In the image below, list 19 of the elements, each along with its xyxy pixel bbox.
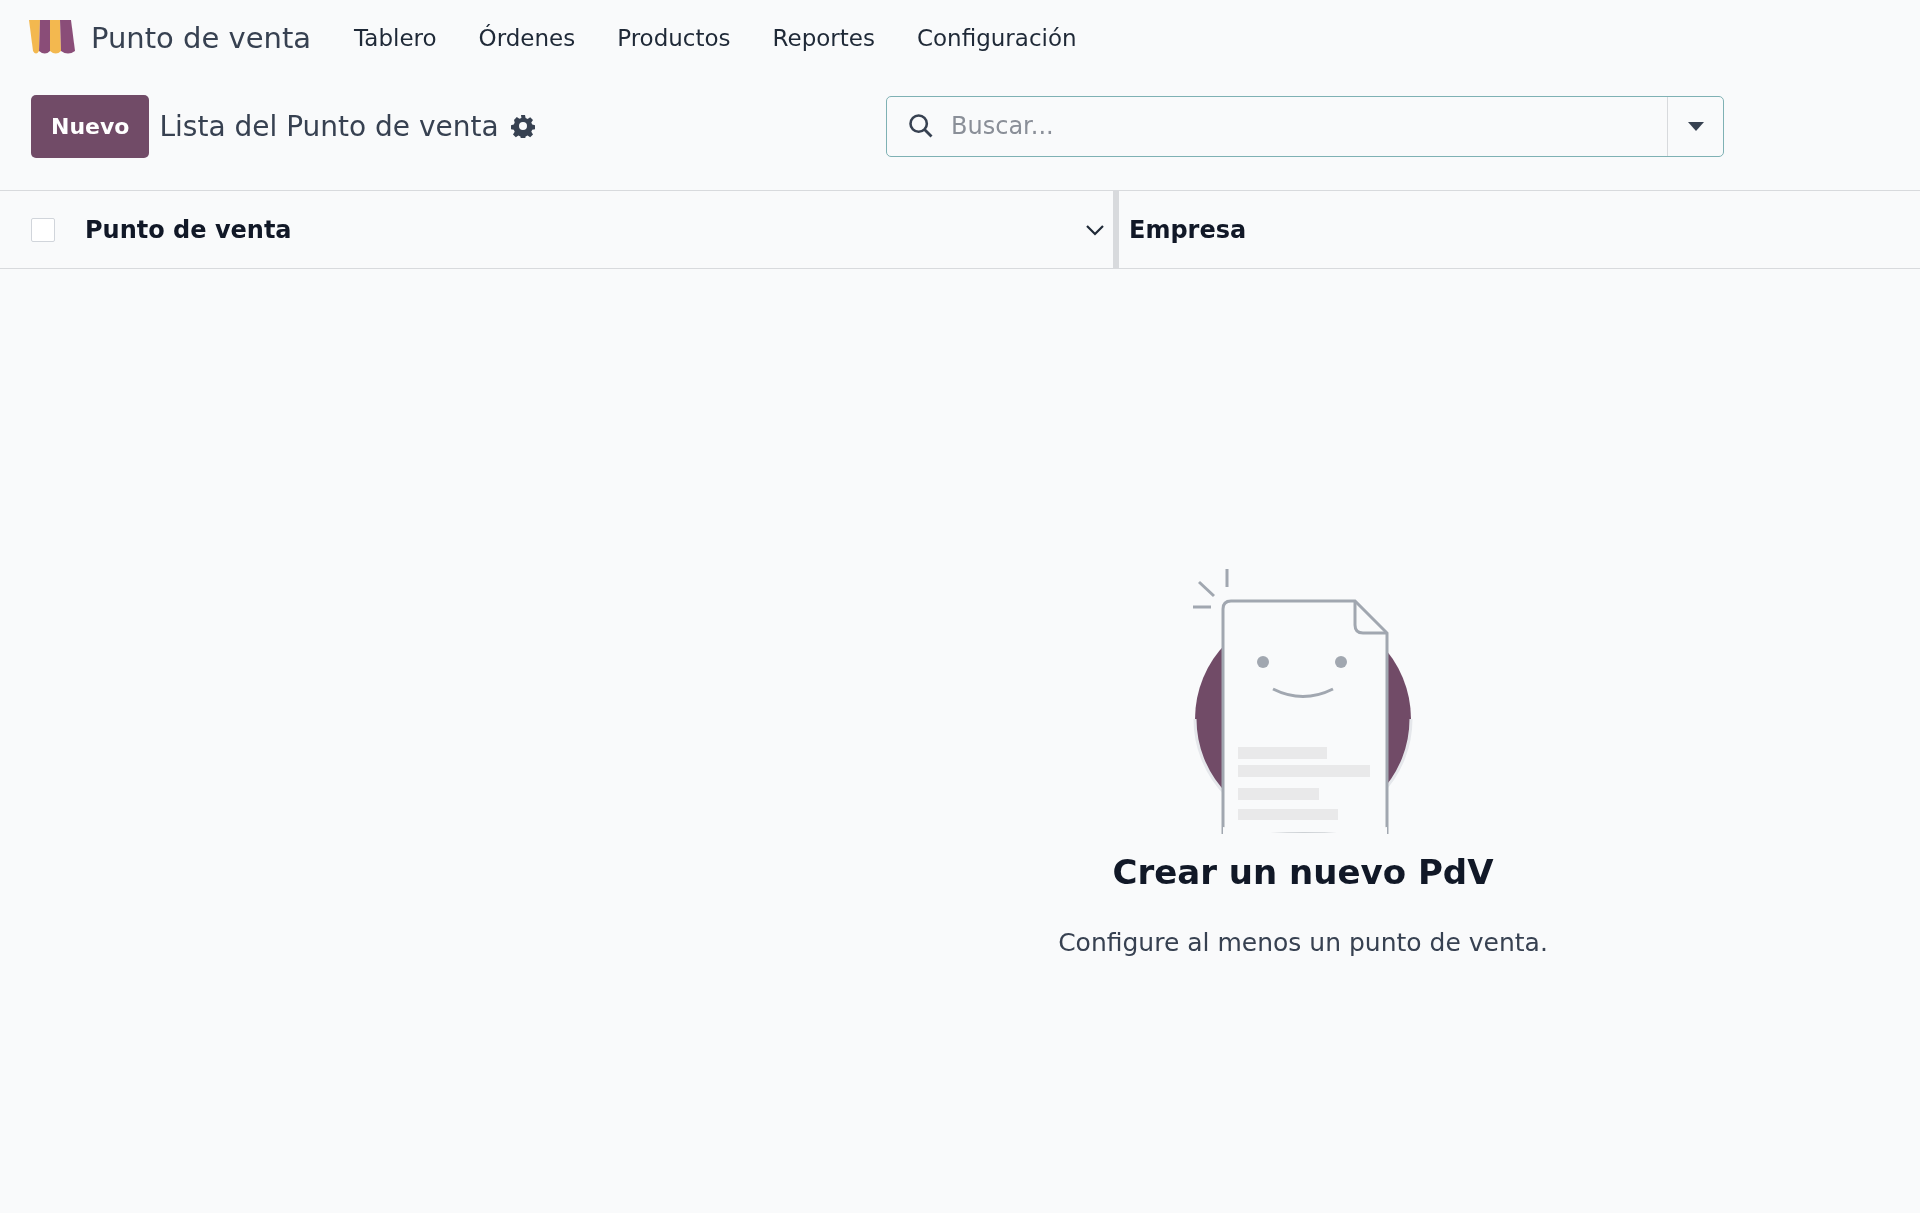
menu-item[interactable]: Configuración	[896, 25, 1098, 51]
menu-item[interactable]: Productos	[596, 25, 752, 51]
menu-item[interactable]: Reportes	[751, 25, 896, 51]
search-icon	[907, 112, 935, 140]
caret-down-icon[interactable]	[1687, 121, 1704, 131]
column-header[interactable]: Empresa	[1129, 215, 1247, 244]
search-bar[interactable]: Buscar...	[886, 95, 1724, 157]
column-header[interactable]: Punto de venta	[85, 215, 292, 244]
app-name[interactable]: Punto de venta	[91, 21, 312, 55]
page-title: Lista del Punto de venta	[159, 109, 499, 143]
menu-item[interactable]: Órdenes	[457, 25, 597, 51]
search-input[interactable]: Buscar...	[949, 111, 1667, 141]
empty-state-title: Crear un nuevo PdV	[1112, 852, 1494, 892]
menu-item[interactable]: Tablero	[333, 25, 458, 51]
select-all-checkbox[interactable]	[31, 217, 55, 242]
new-button[interactable]: Nuevo	[31, 94, 150, 158]
empty-state-message: Configure al menos un punto de venta.	[1058, 928, 1548, 957]
chevron-down-icon[interactable]	[1085, 223, 1105, 236]
gear-icon[interactable]	[510, 114, 535, 138]
